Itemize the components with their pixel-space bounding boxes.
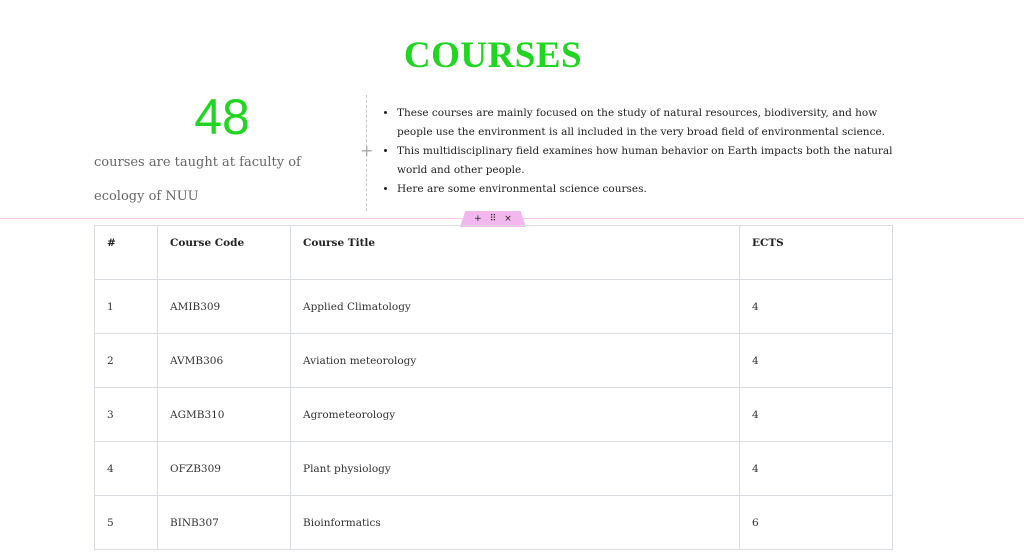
- cell-ects: 4: [739, 441, 893, 496]
- column-header-number: #: [94, 225, 158, 280]
- cell-title: Agrometeorology: [290, 387, 740, 442]
- cell-code: AGMB310: [157, 387, 291, 442]
- cell-number: 2: [94, 333, 158, 388]
- cell-ects: 4: [739, 279, 893, 334]
- cell-ects: 6: [739, 495, 893, 550]
- cell-number: 3: [94, 387, 158, 442]
- cell-title: Applied Climatology: [290, 279, 740, 334]
- cell-code: AMIB309: [157, 279, 291, 334]
- cell-code: BINB307: [157, 495, 291, 550]
- page-title: COURSES: [403, 35, 583, 76]
- list-item: Here are some environmental science cour…: [397, 180, 897, 199]
- table-header-row: # Course Code Course Title ECTS: [94, 225, 893, 280]
- cell-title: Bioinformatics: [290, 495, 740, 550]
- cell-number: 4: [94, 441, 158, 496]
- cell-code: AVMB306: [157, 333, 291, 388]
- cell-number: 1: [94, 279, 158, 334]
- table-row: 3 AGMB310 Agrometeorology 4: [94, 387, 893, 442]
- cell-number: 5: [94, 495, 158, 550]
- counter-description: courses are taught at faculty of ecology…: [94, 155, 301, 204]
- counter-number: 48: [194, 89, 250, 145]
- list-item: This multidisciplinary field examines ho…: [397, 142, 897, 180]
- courses-table: # Course Code Course Title ECTS 1 AMIB30…: [94, 225, 893, 550]
- list-item: These courses are mainly focused on the …: [397, 104, 897, 142]
- cell-title: Aviation meteorology: [290, 333, 740, 388]
- column-header-code: Course Code: [157, 225, 291, 280]
- description-list: These courses are mainly focused on the …: [382, 104, 897, 199]
- cell-title: Plant physiology: [290, 441, 740, 496]
- table-row: 2 AVMB306 Aviation meteorology 4: [94, 333, 893, 388]
- add-column-icon[interactable]: +: [360, 143, 373, 159]
- table-row: 4 OFZB309 Plant physiology 4: [94, 441, 893, 496]
- table-row: 1 AMIB309 Applied Climatology 4: [94, 279, 893, 334]
- cell-ects: 4: [739, 387, 893, 442]
- cell-ects: 4: [739, 333, 893, 388]
- cell-code: OFZB309: [157, 441, 291, 496]
- column-header-title: Course Title: [290, 225, 740, 280]
- table-row: 5 BINB307 Bioinformatics 6: [94, 495, 893, 550]
- column-header-ects: ECTS: [739, 225, 893, 280]
